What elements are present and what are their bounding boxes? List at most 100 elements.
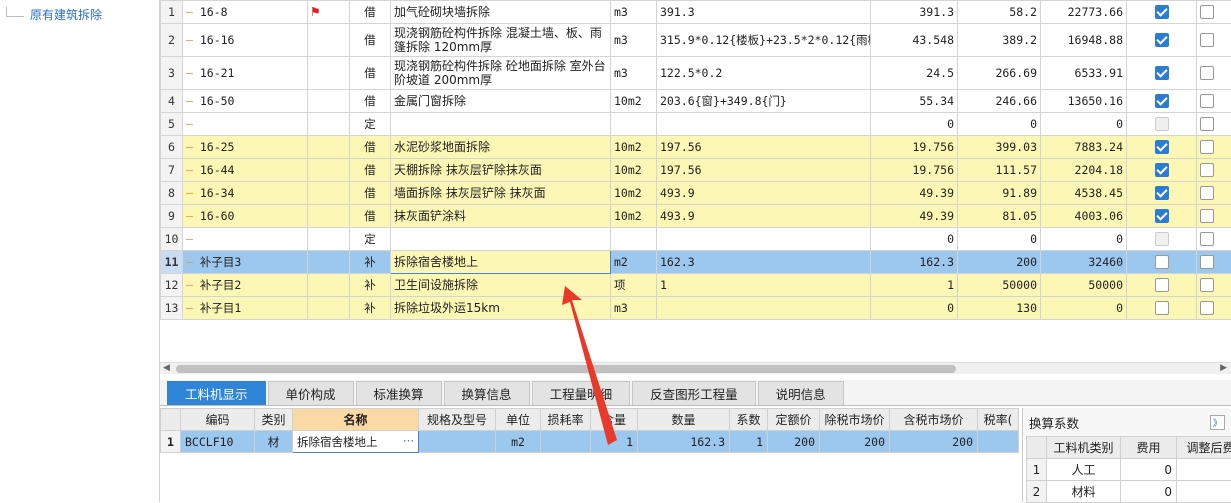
check-cell[interactable] <box>1127 136 1197 159</box>
quota-code[interactable]: — <box>183 228 308 251</box>
quota-name[interactable]: 抹灰面铲涂料 <box>391 205 611 228</box>
checkbox[interactable] <box>1200 232 1214 246</box>
check-cell[interactable] <box>1127 274 1197 297</box>
quota-row[interactable]: 7— 16-44借天棚拆除 抹灰层铲除抹灰面10m2197.5619.75611… <box>161 159 1231 182</box>
quota-row[interactable]: 6— 16-25借水泥砂浆地面拆除10m2197.5619.756399.037… <box>161 136 1231 159</box>
quota-code[interactable]: — 16-60 <box>183 205 308 228</box>
checkbox[interactable] <box>1200 5 1214 19</box>
quota-type[interactable]: 借 <box>350 24 391 57</box>
checkbox[interactable] <box>1200 301 1214 315</box>
total-price[interactable]: 7883.24 <box>1041 136 1127 159</box>
quantity[interactable]: 43.548 <box>871 24 958 57</box>
quota-unit[interactable]: 项 <box>611 274 657 297</box>
quota-code[interactable]: — 补子目2 <box>183 274 308 297</box>
quota-unit[interactable]: m3 <box>611 24 657 57</box>
col-name[interactable]: 名称 <box>293 409 419 431</box>
check-cell-2[interactable] <box>1197 297 1231 320</box>
quota-name[interactable]: 金属门窗拆除 <box>391 90 611 113</box>
col-spec[interactable]: 规格及型号 <box>419 409 496 431</box>
checkbox[interactable] <box>1155 33 1169 47</box>
check-cell[interactable] <box>1127 90 1197 113</box>
total-price[interactable]: 50000 <box>1041 274 1127 297</box>
quantity-expression[interactable]: 197.56 <box>657 159 871 182</box>
quota-row[interactable]: 3— 16-21借现浇钢筋砼构件拆除 砼地面拆除 室外台阶坡道 200mm厚m3… <box>161 57 1231 90</box>
check-cell[interactable] <box>1127 24 1197 57</box>
col-coef[interactable]: 系数 <box>730 409 768 431</box>
quota-code-text[interactable]: 16-60 <box>200 209 235 223</box>
quota-unit[interactable]: m3 <box>611 297 657 320</box>
unit-price[interactable]: 266.69 <box>958 57 1041 90</box>
quota-row[interactable]: 5— 定000 <box>161 113 1231 136</box>
coef-adjusted[interactable] <box>1177 459 1231 481</box>
quota-unit[interactable] <box>611 113 657 136</box>
quantity-expression[interactable]: 203.6{窗}+349.8{门} <box>657 90 871 113</box>
unit-price[interactable]: 91.89 <box>958 182 1041 205</box>
unit-price[interactable]: 130 <box>958 297 1041 320</box>
checkbox[interactable] <box>1155 278 1169 292</box>
quota-row[interactable]: 2— 16-16借现浇钢筋砼构件拆除 混凝土墙、板、雨篷拆除 120mm厚m33… <box>161 24 1231 57</box>
quota-code-text[interactable]: 16-44 <box>200 163 235 177</box>
quota-code[interactable]: — 16-16 <box>183 24 308 57</box>
quota-name[interactable]: 水泥砂浆地面拆除 <box>391 136 611 159</box>
checkbox[interactable] <box>1200 278 1214 292</box>
check-cell[interactable] <box>1127 57 1197 90</box>
unit-price[interactable]: 0 <box>958 228 1041 251</box>
quota-name[interactable]: 卫生间设施拆除 <box>391 274 611 297</box>
material-type[interactable]: 材 <box>255 431 293 453</box>
check-cell-2[interactable] <box>1197 182 1231 205</box>
quota-name[interactable]: 现浇钢筋砼构件拆除 砼地面拆除 室外台阶坡道 200mm厚 <box>391 57 611 90</box>
quota-type[interactable]: 借 <box>350 182 391 205</box>
quantity-expression[interactable]: 162.3 <box>657 251 871 274</box>
quota-row[interactable]: 1— 16-8⚑借加气砼砌块墙拆除m3391.3391.358.222773.6… <box>161 1 1231 24</box>
coef-row-material[interactable]: 2 材料 0 20 <box>1027 481 1231 503</box>
tab-quantity-detail[interactable]: 工程量明细 <box>532 381 631 405</box>
col-content[interactable]: 含量 <box>591 409 638 431</box>
total-price[interactable]: 0 <box>1041 228 1127 251</box>
scroll-right-icon[interactable]: ▶ <box>1220 363 1227 373</box>
check-cell[interactable] <box>1127 251 1197 274</box>
quota-code[interactable]: — 16-34 <box>183 182 308 205</box>
quota-type[interactable]: 定 <box>350 113 391 136</box>
quota-code[interactable]: — 16-21 <box>183 57 308 90</box>
col-market-ex-tax[interactable]: 除税市场价 <box>820 409 890 431</box>
total-price[interactable]: 32460 <box>1041 251 1127 274</box>
quantity-expression[interactable]: 391.3 <box>657 1 871 24</box>
col-loss[interactable]: 损耗率 <box>541 409 591 431</box>
col-quantity[interactable]: 数量 <box>638 409 730 431</box>
quota-code-text[interactable]: 16-16 <box>200 33 235 47</box>
col-code[interactable]: 编码 <box>181 409 255 431</box>
quota-type[interactable]: 借 <box>350 205 391 228</box>
quota-code-text[interactable]: 补子目2 <box>200 278 241 292</box>
quota-unit[interactable]: 10m2 <box>611 182 657 205</box>
check-cell[interactable] <box>1127 228 1197 251</box>
total-price[interactable]: 4003.06 <box>1041 205 1127 228</box>
check-cell-2[interactable] <box>1197 228 1231 251</box>
quota-type[interactable]: 借 <box>350 1 391 24</box>
quota-name[interactable] <box>391 228 611 251</box>
material-coef[interactable]: 1 <box>730 431 768 453</box>
checkbox[interactable] <box>1155 186 1169 200</box>
total-price[interactable]: 0 <box>1041 113 1127 136</box>
total-price[interactable]: 16948.88 <box>1041 24 1127 57</box>
check-cell-2[interactable] <box>1197 159 1231 182</box>
quota-name[interactable]: 现浇钢筋砼构件拆除 混凝土墙、板、雨篷拆除 120mm厚 <box>391 24 611 57</box>
quota-code[interactable]: — 16-44 <box>183 159 308 182</box>
tab-unit-price[interactable]: 单价构成 <box>268 381 354 405</box>
total-price[interactable]: 2204.18 <box>1041 159 1127 182</box>
quota-code-text[interactable]: 16-50 <box>200 94 235 108</box>
col-type[interactable]: 类别 <box>255 409 293 431</box>
quantity[interactable]: 49.39 <box>871 182 958 205</box>
scrollbar-thumb[interactable] <box>176 365 956 373</box>
quota-row[interactable]: 4— 16-50借金属门窗拆除10m2203.6{窗}+349.8{门}55.3… <box>161 90 1231 113</box>
check-cell-2[interactable] <box>1197 274 1231 297</box>
quantity-expression[interactable]: 315.9*0.12{楼板}+23.5*2*0.12{雨棚} <box>657 24 871 57</box>
check-cell[interactable] <box>1127 1 1197 24</box>
scroll-left-icon[interactable]: ◀ <box>163 363 170 373</box>
checkbox[interactable] <box>1155 163 1169 177</box>
quota-row[interactable]: 9— 16-60借抹灰面铲涂料10m2493.949.3981.054003.0… <box>161 205 1231 228</box>
material-market-ex-tax[interactable]: 200 <box>820 431 890 453</box>
quantity[interactable]: 0 <box>871 228 958 251</box>
checkbox[interactable] <box>1200 186 1214 200</box>
quantity-expression[interactable] <box>657 113 871 136</box>
quota-type[interactable]: 补 <box>350 251 391 274</box>
